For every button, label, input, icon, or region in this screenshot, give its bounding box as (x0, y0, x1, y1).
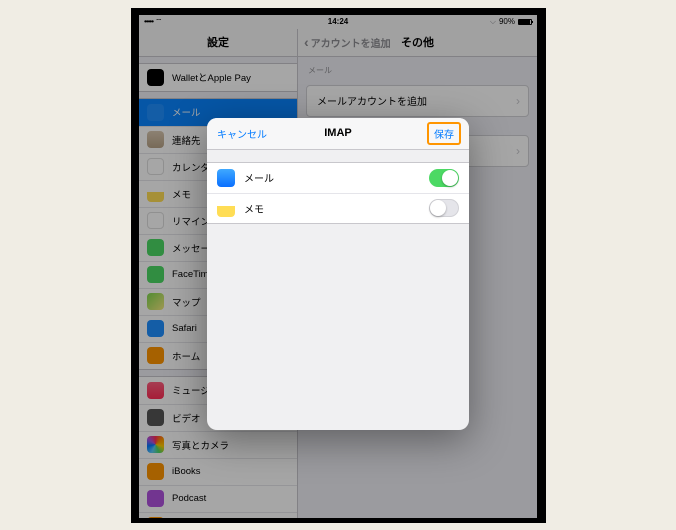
modal-row: メモ (207, 193, 469, 223)
device-frame: ••••• ⌔ 14:24 ⌵ 90% 設定 WalletとApple Pay (131, 8, 546, 523)
service-icon (217, 199, 235, 217)
cancel-button[interactable]: キャンセル (217, 126, 267, 141)
modal-title: IMAP (324, 127, 352, 139)
service-label: メール (244, 170, 274, 185)
save-button[interactable]: 保存 (427, 122, 461, 145)
toggle-switch[interactable] (429, 169, 459, 187)
modal-overlay: キャンセル IMAP 保存 メールメモ (139, 15, 537, 518)
modal-rows: メールメモ (207, 162, 469, 224)
service-label: メモ (244, 201, 264, 216)
toggle-switch[interactable] (429, 199, 459, 217)
modal-header: キャンセル IMAP 保存 (207, 118, 469, 150)
service-icon (217, 169, 235, 187)
imap-modal: キャンセル IMAP 保存 メールメモ (207, 118, 469, 430)
modal-row: メール (207, 163, 469, 193)
modal-body: メールメモ (207, 150, 469, 430)
screen: ••••• ⌔ 14:24 ⌵ 90% 設定 WalletとApple Pay (139, 15, 537, 518)
